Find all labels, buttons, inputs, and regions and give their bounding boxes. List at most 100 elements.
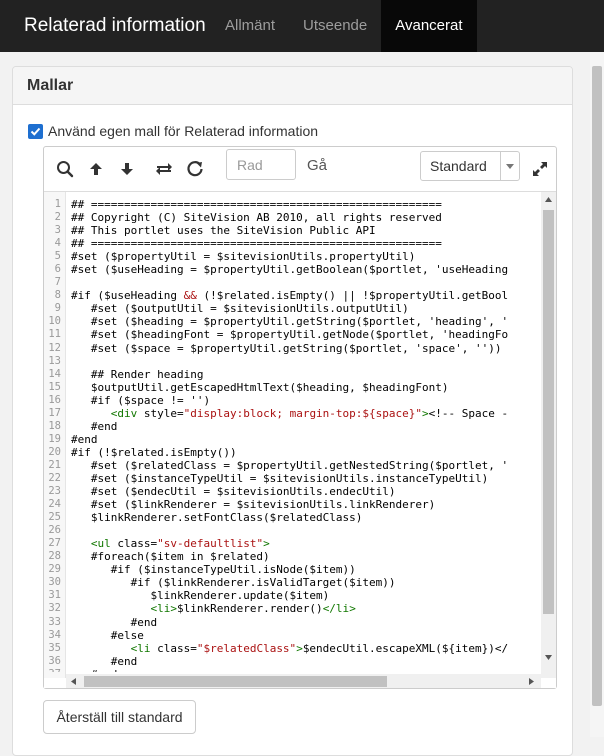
code-text[interactable]: <li>$linkRenderer.render()</li> (66, 602, 355, 615)
page-scrollbar-thumb[interactable] (592, 66, 602, 706)
code-text[interactable]: #if ($space != '') (66, 394, 210, 407)
code-text[interactable]: <li class="$relatedClass">$endecUtil.esc… (66, 642, 509, 655)
swap-icon[interactable] (154, 159, 174, 179)
code-text[interactable]: ## Copyright (C) SiteVision AB 2010, all… (66, 211, 442, 224)
code-line[interactable]: 5 #set ($propertyUtil = $sitevisionUtils.… (44, 250, 541, 263)
vertical-scrollbar-thumb[interactable] (543, 210, 554, 614)
arrow-down-icon[interactable] (117, 159, 137, 179)
row-input[interactable] (226, 149, 296, 180)
code-text[interactable]: ## =====================================… (66, 198, 442, 211)
code-text[interactable]: #set ($heading = $propertyUtil.getString… (66, 315, 508, 328)
scroll-right-icon[interactable] (529, 678, 534, 685)
code-line[interactable]: 2 ## Copyright (C) SiteVision AB 2010, al… (44, 211, 541, 224)
code-lines[interactable]: 1 ## ====================================… (44, 198, 541, 672)
code-line[interactable]: 3 ## This portlet uses the SiteVision Pub… (44, 224, 541, 237)
code-line[interactable]: 24 #set ($linkRenderer = $sitevisionUtil… (44, 498, 541, 511)
code-text[interactable]: #end (66, 616, 158, 629)
code-text[interactable]: $linkRenderer.setFontClass($relatedClass… (66, 511, 363, 524)
vertical-scrollbar[interactable] (541, 192, 556, 678)
code-text[interactable]: #set ($useHeading = $propertyUtil.getBoo… (66, 263, 508, 276)
code-text[interactable]: $outputUtil.getEscapedHtmlText($heading,… (66, 381, 449, 394)
code-line[interactable]: 4 ## ====================================… (44, 237, 541, 250)
code-line[interactable]: 20 #if (!$related.isEmpty()) (44, 446, 541, 459)
code-text[interactable]: #end (66, 668, 118, 672)
code-line[interactable]: 19 #end (44, 433, 541, 446)
code-text[interactable]: #set ($space = $propertyUtil.getString($… (66, 342, 502, 355)
scroll-left-icon[interactable] (71, 678, 76, 685)
code-line[interactable]: 14 ## Render heading (44, 368, 541, 381)
code-text[interactable]: #set ($headingFont = $propertyUtil.getNo… (66, 328, 508, 341)
code-line[interactable]: 17 <div style="display:block; margin-top… (44, 407, 541, 420)
code-line[interactable]: 16 #if ($space != '') (44, 394, 541, 407)
code-text[interactable]: #set ($endecUtil = $sitevisionUtils.ende… (66, 485, 396, 498)
code-line[interactable]: 31 $linkRenderer.update($item) (44, 589, 541, 602)
code-line[interactable]: 6 #set ($useHeading = $propertyUtil.getBo… (44, 263, 541, 276)
code-text[interactable]: #set ($propertyUtil = $sitevisionUtils.p… (66, 250, 415, 263)
code-text[interactable] (66, 355, 71, 368)
tab-avancerat[interactable]: Avancerat (381, 0, 477, 52)
code-text[interactable]: #end (66, 420, 118, 433)
code-text[interactable]: #set ($outputUtil = $sitevisionUtils.out… (66, 302, 409, 315)
code-text[interactable]: #if ($linkRenderer.isValidTarget($item)) (66, 576, 396, 589)
custom-template-checkbox[interactable] (28, 123, 43, 139)
tab-utseende[interactable]: Utseende (289, 0, 381, 52)
scroll-up-icon[interactable] (545, 197, 552, 202)
search-icon[interactable] (55, 159, 75, 179)
code-line[interactable]: 34 #else (44, 629, 541, 642)
code-text[interactable] (66, 276, 71, 289)
horizontal-scrollbar[interactable] (66, 674, 541, 688)
code-line[interactable]: 10 #set ($heading = $propertyUtil.getStr… (44, 315, 541, 328)
code-text[interactable]: #set ($relatedClass = $propertyUtil.getN… (66, 459, 508, 472)
code-text[interactable]: #end (66, 433, 98, 446)
code-text[interactable]: #foreach($item in $related) (66, 550, 270, 563)
code-text[interactable]: #else (66, 629, 144, 642)
page-scrollbar[interactable] (590, 52, 604, 737)
horizontal-scrollbar-thumb[interactable] (84, 676, 387, 687)
code-text[interactable] (66, 524, 71, 537)
code-text[interactable]: #set ($instanceTypeUtil = $sitevisionUti… (66, 472, 488, 485)
code-line[interactable]: 12 #set ($space = $propertyUtil.getStrin… (44, 342, 541, 355)
code-line[interactable]: 25 $linkRenderer.setFontClass($relatedCl… (44, 511, 541, 524)
expand-icon[interactable] (530, 159, 550, 179)
code-text[interactable]: #end (66, 655, 138, 668)
code-text[interactable]: ## This portlet uses the SiteVision Publ… (66, 224, 376, 237)
code-line[interactable]: 8 #if ($useHeading && (!$related.isEmpty(… (44, 289, 541, 302)
go-button[interactable]: Gå (307, 157, 327, 174)
code-line[interactable]: 1 ## ====================================… (44, 198, 541, 211)
code-text[interactable]: <ul class="sv-defaultlist"> (66, 537, 270, 550)
code-line[interactable]: 18 #end (44, 420, 541, 433)
code-line[interactable]: 22 #set ($instanceTypeUtil = $sitevision… (44, 472, 541, 485)
code-text[interactable]: <div style="display:block; margin-top:${… (66, 407, 508, 420)
code-line[interactable]: 21 #set ($relatedClass = $propertyUtil.g… (44, 459, 541, 472)
code-text[interactable]: #if (!$related.isEmpty()) (66, 446, 237, 459)
code-line[interactable]: 13 (44, 355, 541, 368)
code-text[interactable]: #if ($instanceTypeUtil.isNode($item)) (66, 563, 356, 576)
code-line[interactable]: 15 $outputUtil.getEscapedHtmlText($headi… (44, 381, 541, 394)
code-line[interactable]: 27 <ul class="sv-defaultlist"> (44, 537, 541, 550)
code-line[interactable]: 23 #set ($endecUtil = $sitevisionUtils.e… (44, 485, 541, 498)
code-line[interactable]: 26 (44, 524, 541, 537)
code-text[interactable]: ## Render heading (66, 368, 204, 381)
reset-to-default-button[interactable]: Återställ till standard (43, 700, 196, 734)
template-select[interactable]: Standard (420, 151, 520, 181)
code-text[interactable]: ## =====================================… (66, 237, 442, 250)
custom-template-checkbox-row[interactable]: Använd egen mall för Relaterad informati… (28, 121, 318, 141)
arrow-up-icon[interactable] (86, 159, 106, 179)
tab-allmant[interactable]: Allmänt (211, 0, 289, 52)
code-line[interactable]: 37 #end (44, 668, 541, 672)
code-line[interactable]: 30 #if ($linkRenderer.isValidTarget($ite… (44, 576, 541, 589)
scroll-down-icon[interactable] (545, 655, 552, 660)
code-area[interactable]: 1 ## ====================================… (44, 191, 556, 688)
refresh-icon[interactable] (185, 159, 205, 179)
code-line[interactable]: 36 #end (44, 655, 541, 668)
code-line[interactable]: 11 #set ($headingFont = $propertyUtil.ge… (44, 328, 541, 341)
code-line[interactable]: 35 <li class="$relatedClass">$endecUtil.… (44, 642, 541, 655)
code-text[interactable]: $linkRenderer.update($item) (66, 589, 329, 602)
code-text[interactable]: #if ($useHeading && (!$related.isEmpty()… (66, 289, 508, 302)
code-line[interactable]: 28 #foreach($item in $related) (44, 550, 541, 563)
code-line[interactable]: 33 #end (44, 616, 541, 629)
code-line[interactable]: 9 #set ($outputUtil = $sitevisionUtils.o… (44, 302, 541, 315)
code-text[interactable]: #set ($linkRenderer = $sitevisionUtils.l… (66, 498, 435, 511)
code-line[interactable]: 32 <li>$linkRenderer.render()</li> (44, 602, 541, 615)
code-line[interactable]: 7 (44, 276, 541, 289)
